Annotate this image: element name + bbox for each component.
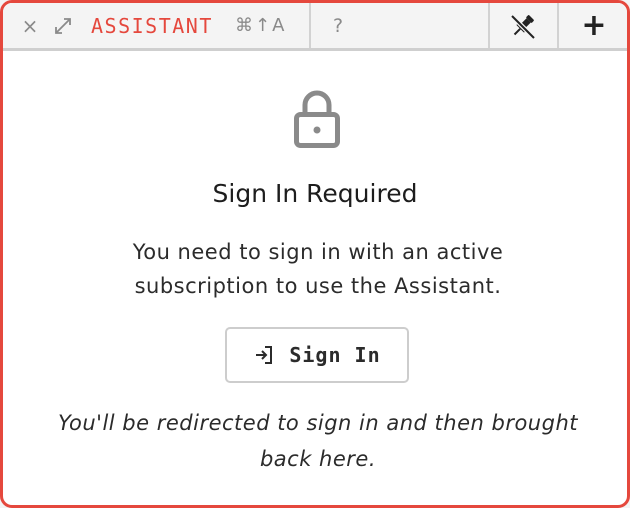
panel-toolbar: × ASSISTANT ⌘↑A ? + bbox=[3, 3, 627, 51]
close-icon[interactable]: × bbox=[17, 3, 43, 48]
keyboard-shortcut: ⌘↑A bbox=[235, 15, 287, 36]
sign-in-icon bbox=[256, 346, 273, 364]
sign-in-button[interactable]: Sign In bbox=[225, 327, 409, 383]
page-title: Sign In Required bbox=[212, 179, 418, 208]
new-chat-button[interactable]: + bbox=[559, 3, 627, 48]
lock-icon bbox=[294, 90, 340, 148]
toolbar-divider bbox=[488, 3, 490, 48]
assistant-panel: × ASSISTANT ⌘↑A ? + Sign In Required You… bbox=[0, 0, 630, 508]
plus-icon: + bbox=[581, 8, 607, 43]
panel-title: ASSISTANT bbox=[91, 13, 213, 38]
expand-icon[interactable] bbox=[49, 3, 77, 48]
redirect-note: You'll be redirected to sign in and then… bbox=[58, 411, 578, 471]
sign-in-message: You need to sign in with an active subsc… bbox=[132, 240, 504, 298]
toolbar-divider bbox=[309, 3, 311, 48]
pin-slash-icon bbox=[510, 13, 536, 40]
help-icon[interactable]: ? bbox=[321, 3, 355, 48]
sign-in-label: Sign In bbox=[289, 343, 381, 367]
sign-in-content: Sign In Required You need to sign in wit… bbox=[3, 51, 627, 505]
unpin-icon[interactable] bbox=[491, 3, 555, 48]
expand-arrows-icon bbox=[55, 17, 71, 34]
